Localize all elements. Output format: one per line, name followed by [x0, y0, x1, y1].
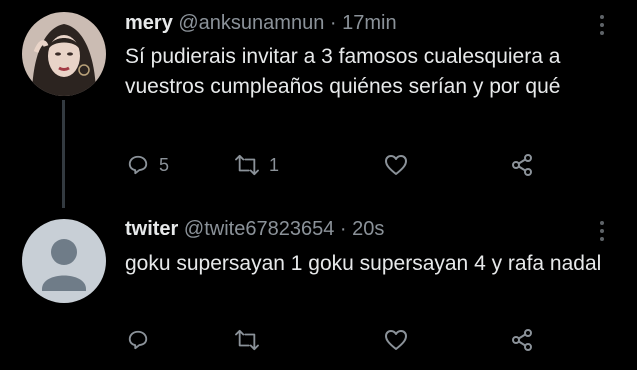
tweet-header: twiter @twite67823654 · 20s	[125, 218, 384, 241]
separator: ·	[329, 12, 337, 34]
share-icon	[512, 154, 532, 176]
display-name[interactable]: mery	[125, 12, 173, 34]
reply-icon	[128, 155, 148, 175]
like-button[interactable]	[384, 325, 408, 355]
user-handle[interactable]: @anksunamnun	[178, 12, 324, 34]
share-button[interactable]	[510, 150, 534, 180]
retweet-icon	[235, 329, 259, 351]
reply-button[interactable]	[127, 325, 149, 355]
user-handle[interactable]: @twite67823654	[184, 218, 334, 240]
avatar[interactable]	[22, 12, 106, 96]
timestamp[interactable]: 20s	[352, 218, 384, 240]
display-name[interactable]: twiter	[125, 218, 178, 240]
more-vertical-icon[interactable]	[598, 221, 606, 245]
retweet-button[interactable]: 1	[235, 150, 279, 180]
separator: ·	[339, 218, 347, 240]
retweet-icon	[235, 154, 259, 176]
like-button[interactable]	[384, 150, 418, 180]
reply-button[interactable]: 5	[127, 150, 169, 180]
retweet-button[interactable]	[235, 325, 259, 355]
retweet-count: 1	[269, 154, 280, 175]
tweet-actions	[125, 325, 545, 355]
more-vertical-icon[interactable]	[598, 15, 606, 39]
reply-count: 5	[159, 154, 170, 175]
heart-icon	[385, 330, 407, 350]
tweet-text: Sí pudierais invitar a 3 famosos cualesq…	[125, 45, 561, 98]
heart-icon	[385, 155, 407, 175]
thread-line	[62, 100, 65, 208]
tweet-header: mery @anksunamnun · 17min	[125, 12, 397, 35]
reply-icon	[128, 330, 148, 350]
share-button[interactable]	[510, 325, 534, 355]
tweet-actions: 5 1	[125, 150, 545, 180]
timestamp[interactable]: 17min	[342, 12, 396, 34]
avatar[interactable]	[22, 219, 106, 303]
profile-photo	[22, 12, 106, 96]
tweet-text: goku supersayan 1 goku supersayan 4 y ra…	[125, 252, 602, 275]
share-icon	[512, 329, 532, 351]
default-avatar	[22, 219, 106, 303]
